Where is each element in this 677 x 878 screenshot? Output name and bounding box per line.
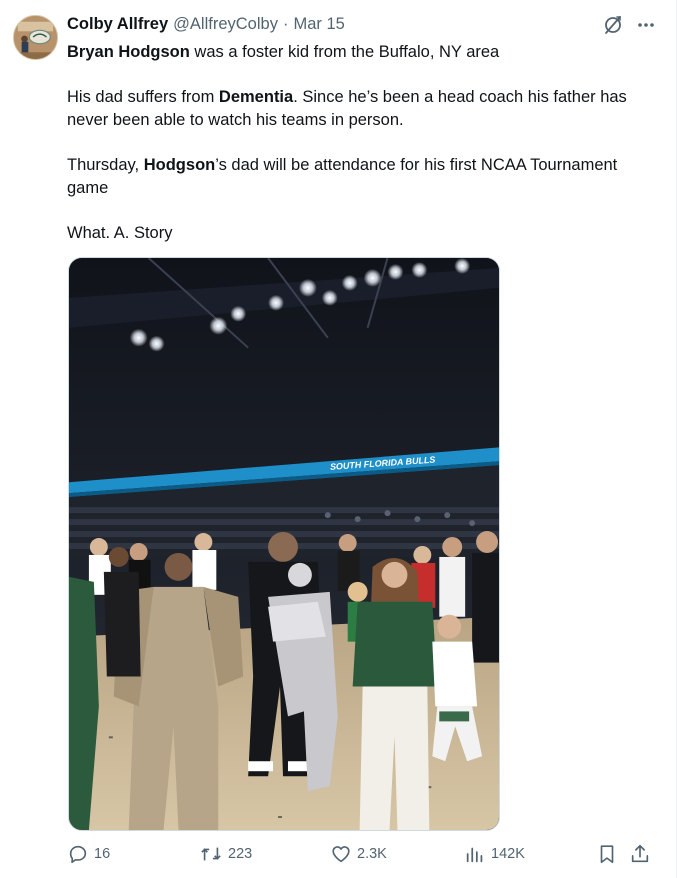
bookmark-icon [600, 845, 614, 864]
reply-button[interactable]: 16 [67, 843, 110, 865]
views-count: 142K [491, 846, 525, 862]
text-span: His dad suffers from [67, 88, 219, 106]
more-icon[interactable] [636, 15, 656, 35]
reply-icon [69, 845, 87, 864]
share-icon [631, 844, 649, 863]
tweet-text: Bryan Hodgson was a foster kid from the … [67, 41, 659, 245]
tweet-line-2: His dad suffers from Dementia. Since he’… [67, 86, 659, 132]
tweet-line-4: What. A. Story [67, 224, 173, 242]
author-name[interactable]: Colby Allfrey [67, 15, 168, 34]
share-button[interactable] [629, 843, 651, 865]
tweet-top-actions [602, 14, 656, 36]
tweet-actions: 16 223 2.3K 142K [67, 843, 657, 869]
avatar[interactable] [13, 15, 58, 60]
tweet-line-1: Bryan Hodgson was a foster kid from the … [67, 41, 659, 64]
retweet-icon [201, 847, 221, 861]
highlight-hodgson: Hodgson [143, 156, 216, 174]
retweet-button[interactable]: 223 [199, 843, 252, 865]
views-icon [466, 847, 483, 863]
grok-icon[interactable] [602, 14, 624, 36]
tweet-photo[interactable]: SOUTH FLORIDA BULLS [68, 257, 500, 831]
separator-dot: · [282, 15, 289, 33]
reply-count: 16 [94, 846, 111, 862]
text-span: was a foster kid from the Buffalo, NY ar… [189, 43, 500, 61]
highlight-bryan-hodgson: Bryan Hodgson [67, 43, 190, 61]
views-button[interactable]: 142K [464, 843, 525, 865]
text-span: Thursday, [67, 156, 144, 174]
retweet-count: 223 [228, 846, 253, 862]
bookmark-button[interactable] [596, 843, 618, 865]
like-icon [332, 846, 350, 863]
tweet-card[interactable]: Colby Allfrey @AllfreyColby · Mar 15 Bry… [0, 0, 677, 878]
highlight-dementia: Dementia [218, 88, 294, 106]
tweet-line-3: Thursday, Hodgson’s dad will be attendan… [67, 154, 659, 200]
author-handle[interactable]: @AllfreyColby [173, 15, 278, 34]
tweet-header: Colby Allfrey @AllfreyColby · Mar 15 [67, 15, 345, 34]
tweet-date[interactable]: Mar 15 [293, 15, 344, 34]
like-button[interactable]: 2.3K [330, 843, 387, 865]
like-count: 2.3K [357, 846, 387, 862]
